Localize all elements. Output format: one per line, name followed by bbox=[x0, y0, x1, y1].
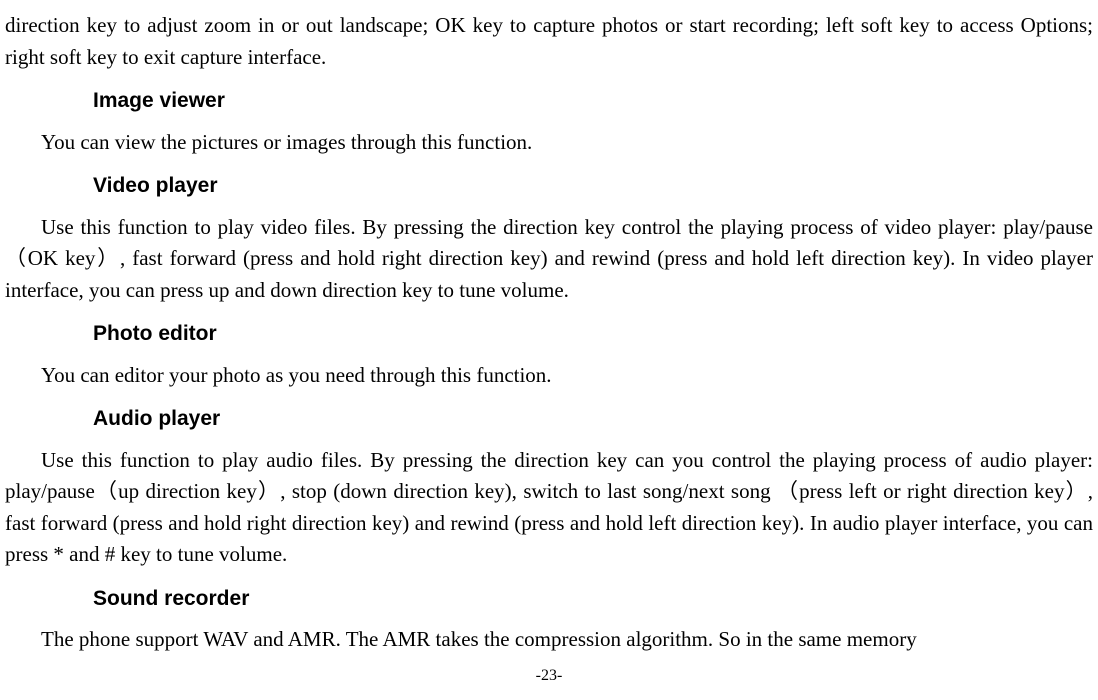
paragraph-intro: direction key to adjust zoom in or out l… bbox=[5, 10, 1093, 73]
paragraph-video-player: Use this function to play video files. B… bbox=[5, 212, 1093, 307]
page-number: -23- bbox=[0, 664, 1098, 688]
heading-sound-recorder: Sound recorder bbox=[93, 583, 1093, 615]
paragraph-sound-recorder: The phone support WAV and AMR. The AMR t… bbox=[5, 624, 1093, 656]
paragraph-image-viewer: You can view the pictures or images thro… bbox=[5, 127, 1093, 159]
paragraph-photo-editor: You can editor your photo as you need th… bbox=[5, 360, 1093, 392]
heading-photo-editor: Photo editor bbox=[93, 318, 1093, 350]
paragraph-audio-player: Use this function to play audio files. B… bbox=[5, 445, 1093, 571]
heading-image-viewer: Image viewer bbox=[93, 85, 1093, 117]
heading-video-player: Video player bbox=[93, 170, 1093, 202]
heading-audio-player: Audio player bbox=[93, 403, 1093, 435]
